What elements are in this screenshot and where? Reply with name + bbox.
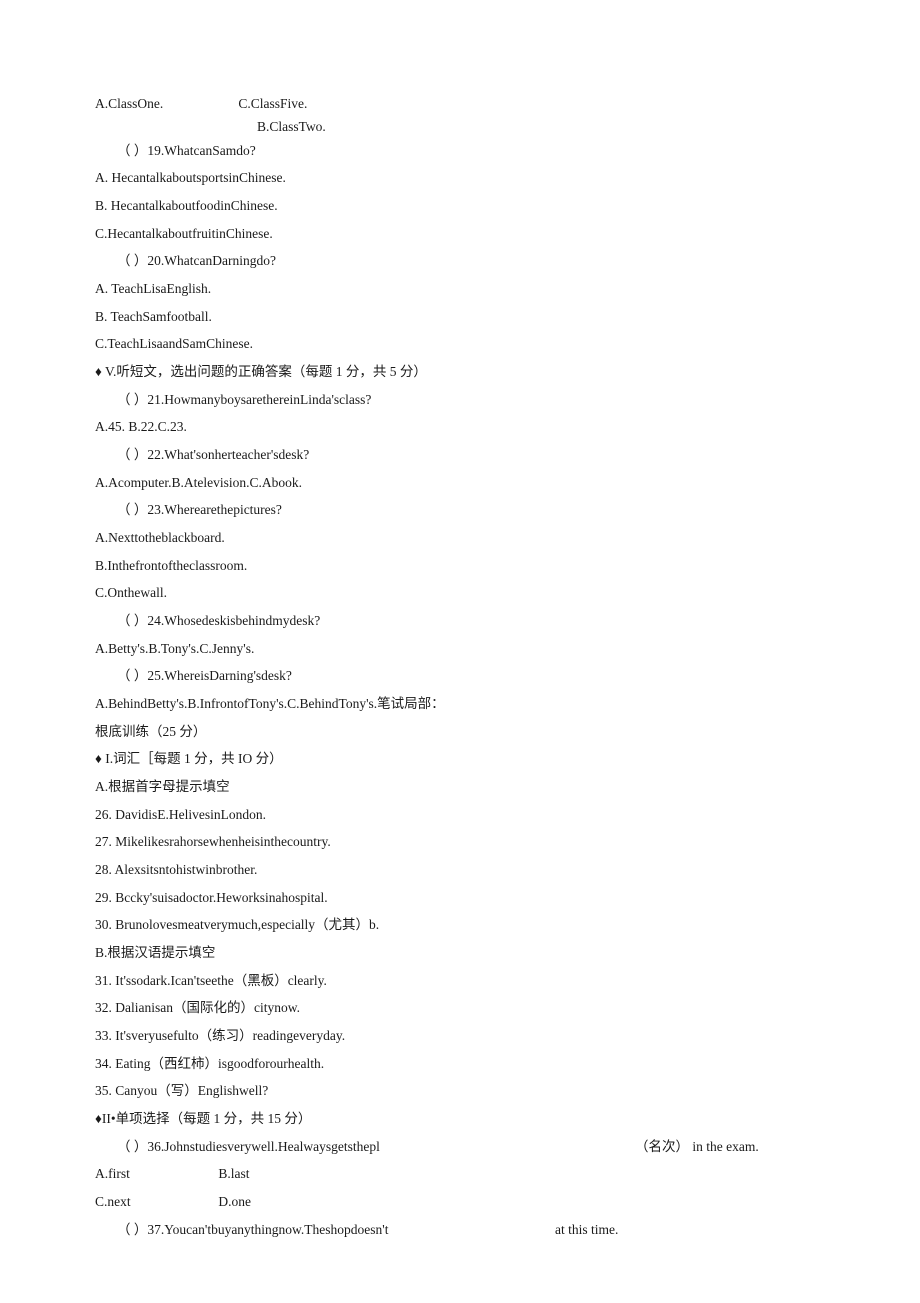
q18-opt-b: B.ClassTwo. bbox=[95, 118, 825, 137]
q20-opt-a: A. TeachLisaEnglish. bbox=[95, 275, 825, 303]
q19-stem: （ ）19.WhatcanSamdo? bbox=[95, 137, 825, 165]
q36-tail: （名次） in the exam. bbox=[635, 1133, 759, 1161]
q37-tail: at this time. bbox=[555, 1216, 618, 1244]
item-32: 32. Dalianisan（国际化的）citynow. bbox=[95, 994, 825, 1022]
section-v-heading: ♦ V.听短文，选出问题的正确答案（每题 1 分，共 5 分） bbox=[95, 358, 825, 386]
q36-stem-line: （ ）36.Johnstudiesverywell.Healwaysgetsth… bbox=[95, 1133, 825, 1161]
q20-opt-b: B. TeachSamfootball. bbox=[95, 303, 825, 331]
item-34: 34. Eating（西红柿）isgoodforourhealth. bbox=[95, 1050, 825, 1078]
item-31: 31. It'ssodark.Ican'tseethe（黑板）clearly. bbox=[95, 967, 825, 995]
item-33: 33. It'sveryusefulto（练习）readingeveryday. bbox=[95, 1022, 825, 1050]
q19-opt-b: B. HecantalkaboutfoodinChinese. bbox=[95, 192, 825, 220]
q20-stem: （ ）20.WhatcanDarningdo? bbox=[95, 247, 825, 275]
q36-opt-a: A.first bbox=[95, 1160, 215, 1188]
q19-opt-a: A. HecantalkaboutsportsinChinese. bbox=[95, 164, 825, 192]
q37-stem-line: （ ）37.Youcan'tbuyanythingnow.Theshopdoes… bbox=[95, 1216, 825, 1244]
q24-stem: （ ）24.Whosedeskisbehindmydesk? bbox=[95, 607, 825, 635]
q21-stem: （ ）21.HowmanyboysarethereinLinda'sclass? bbox=[95, 386, 825, 414]
item-28: 28. Alexsitsntohistwinbrother. bbox=[95, 856, 825, 884]
q23-stem: （ ）23.Wherearethepictures? bbox=[95, 496, 825, 524]
q20-opt-c: C.TeachLisaandSamChinese. bbox=[95, 330, 825, 358]
q25-stem: （ ）25.WhereisDarning'sdesk? bbox=[95, 662, 825, 690]
item-29: 29. Bccky'suisadoctor.Heworksinahospital… bbox=[95, 884, 825, 912]
q18-options-line1: A.ClassOne. C.ClassFive. bbox=[95, 90, 825, 118]
q22-options: A.Acomputer.B.Atelevision.C.Abook. bbox=[95, 469, 825, 497]
item-35: 35. Canyou（写）Englishwell? bbox=[95, 1077, 825, 1105]
basic-training-heading: 根底训练（25 分） bbox=[95, 718, 825, 746]
q18-opt-a: A.ClassOne. bbox=[95, 90, 235, 118]
part-b-heading: B.根据汉语提示填空 bbox=[95, 939, 825, 967]
q36-opt-c: C.next bbox=[95, 1188, 215, 1216]
q36-opt-b: B.last bbox=[218, 1160, 249, 1188]
q19-opt-c: C.HecantalkaboutfruitinChinese. bbox=[95, 220, 825, 248]
q36-opt-d: D.one bbox=[218, 1188, 251, 1216]
q36-options-line1: A.first B.last bbox=[95, 1160, 825, 1188]
item-27: 27. Mikelikesrahorsewhenheisinthecountry… bbox=[95, 828, 825, 856]
q18-opt-c: C.ClassFive. bbox=[238, 90, 307, 118]
q36-options-line2: C.next D.one bbox=[95, 1188, 825, 1216]
q23-opt-a: A.Nexttotheblackboard. bbox=[95, 524, 825, 552]
q36-stem: （ ）36.Johnstudiesverywell.Healwaysgetsth… bbox=[117, 1139, 380, 1154]
section-i-heading: ♦ I.词汇［每题 1 分，共 IO 分） bbox=[95, 745, 825, 773]
q25-options: A.BehindBetty's.B.InfrontofTony's.C.Behi… bbox=[95, 690, 825, 718]
q21-options: A.45. B.22.C.23. bbox=[95, 413, 825, 441]
section-ii-heading: ♦II•单项选择（每题 1 分，共 15 分） bbox=[95, 1105, 825, 1133]
q23-opt-c: C.Onthewall. bbox=[95, 579, 825, 607]
q24-options: A.Betty's.B.Tony's.C.Jenny's. bbox=[95, 635, 825, 663]
item-26: 26. DavidisE.HelivesinLondon. bbox=[95, 801, 825, 829]
q23-opt-b: B.Inthefrontoftheclassroom. bbox=[95, 552, 825, 580]
part-a-heading: A.根据首字母提示填空 bbox=[95, 773, 825, 801]
document-page: A.ClassOne. C.ClassFive. B.ClassTwo. （ ）… bbox=[0, 0, 920, 1303]
item-30: 30. Brunolovesmeatverymuch,especially（尤其… bbox=[95, 911, 825, 939]
q37-stem: （ ）37.Youcan'tbuyanythingnow.Theshopdoes… bbox=[117, 1222, 388, 1237]
q22-stem: （ ）22.What'sonherteacher'sdesk? bbox=[95, 441, 825, 469]
